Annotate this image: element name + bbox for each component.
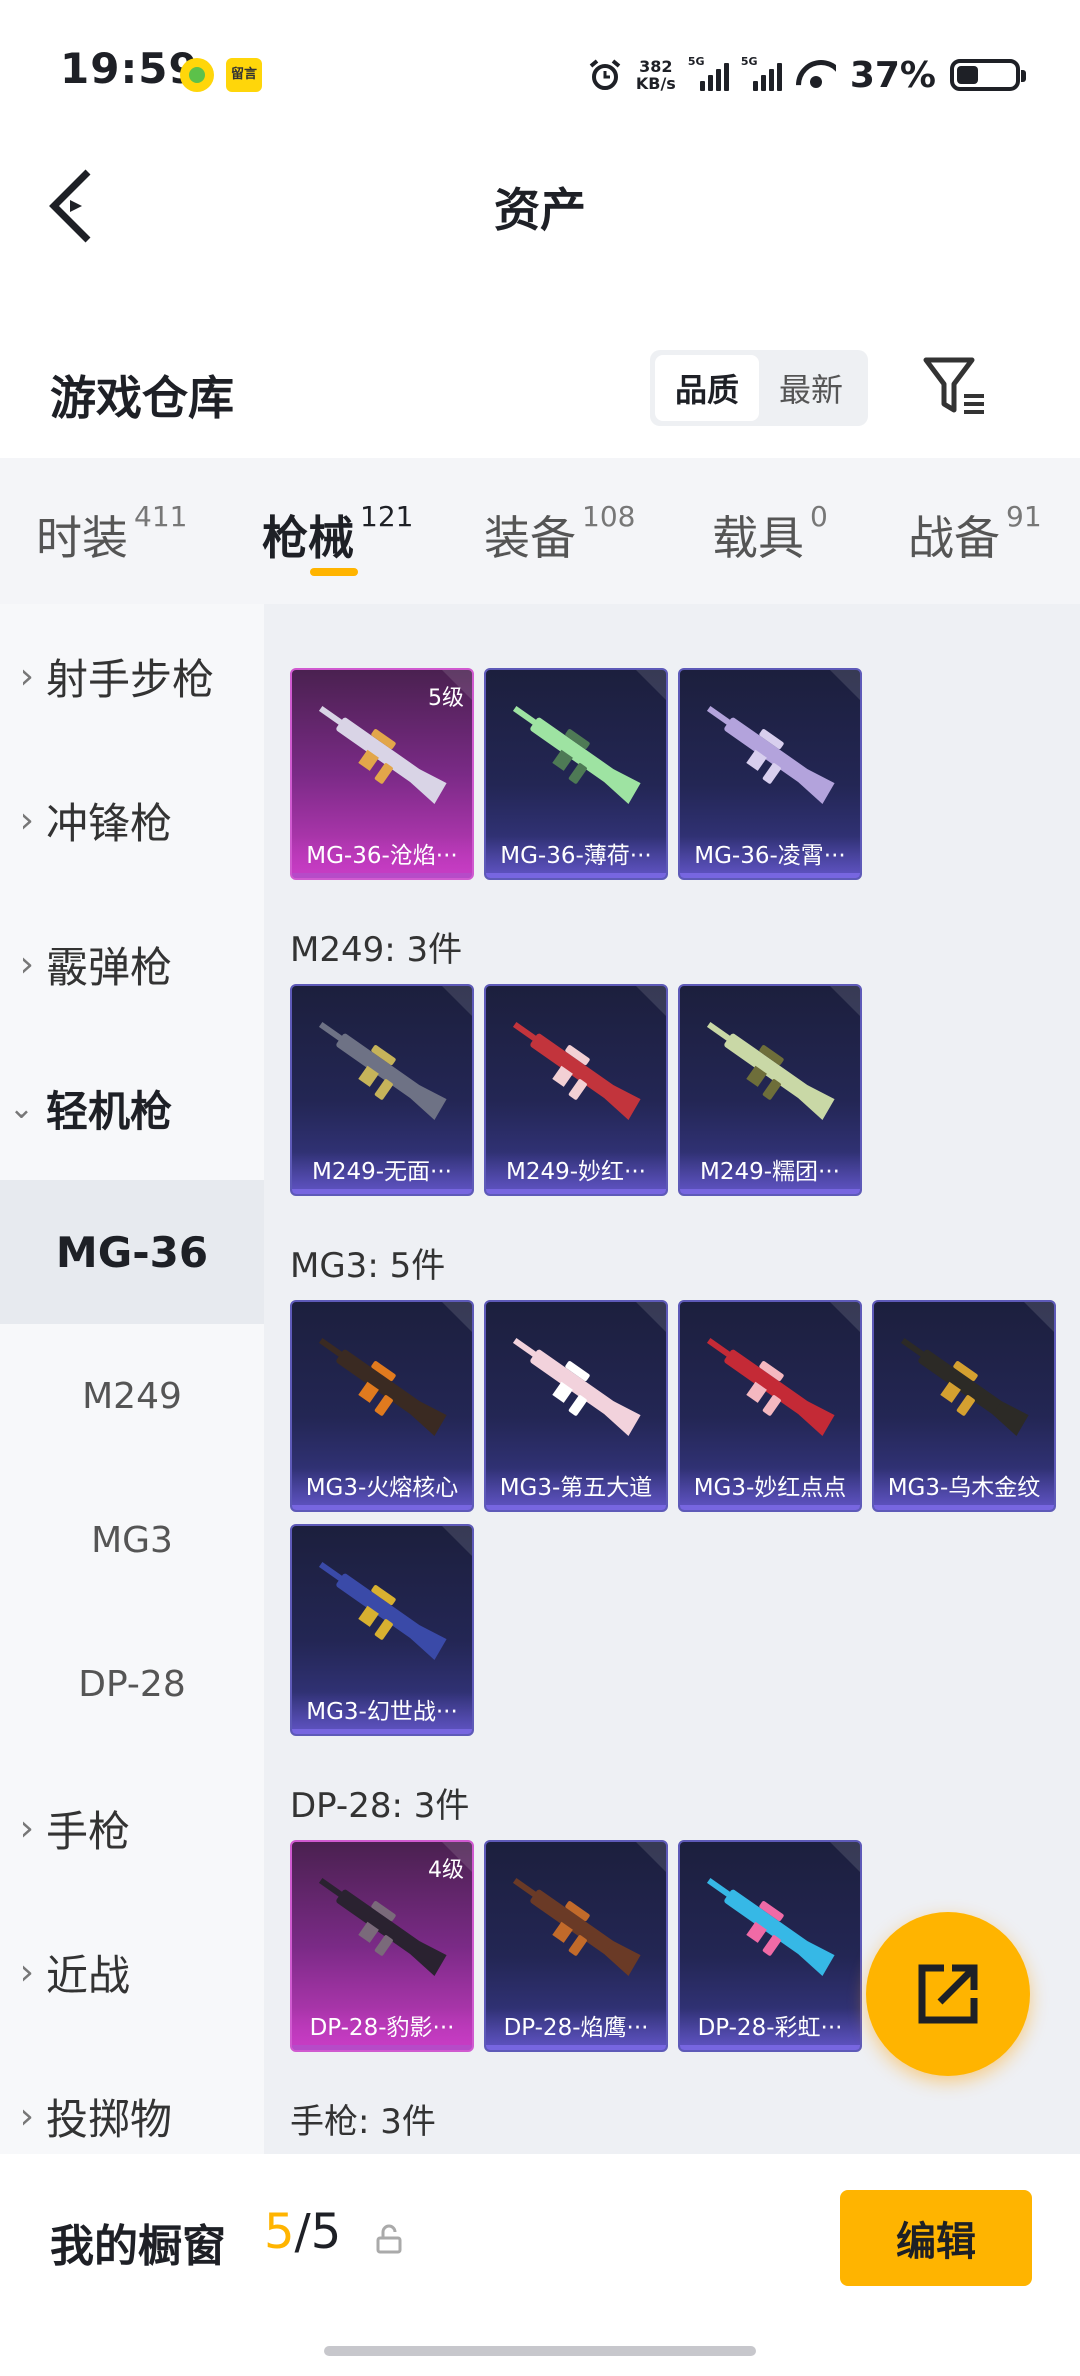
weapon-name: DP-28-焰鹰··· [486,2008,666,2050]
weapon-name: MG3-第五大道 [486,1468,666,1510]
sidebar-subitem-mg36[interactable]: MG-36 [0,1180,264,1324]
weapon-name: MG-36-沧焰··· [292,836,472,878]
tab-supplies[interactable]: 战备 91 [908,500,1042,568]
category-tabs: 时装 411 枪械 121 装备 108 载具 0 战备 91 [0,458,1080,604]
weapon-card[interactable]: 5级 MG-36-沧焰··· [290,668,474,880]
sidebar-item-smg[interactable]: › 冲锋枪 [0,748,264,892]
sort-newest-button[interactable]: 最新 [759,355,863,421]
weapon-name: DP-28-豹影··· [292,2008,472,2050]
group-title: M249: 3件 [290,930,463,970]
showcase-label: 我的橱窗 [50,2221,226,2272]
sidebar-item-lmg[interactable]: ⌄ 轻机枪 [0,1036,264,1180]
chevron-down-icon: ⌄ [8,1090,34,1126]
chevron-right-icon: › [19,2095,34,2137]
sort-quality-button[interactable]: 品质 [655,355,759,421]
filter-icon[interactable] [920,352,990,422]
weapon-card[interactable]: M249-无面··· [290,984,474,1196]
weapon-name: MG3-乌木金纹 [874,1468,1054,1510]
signal-icon: 5G [688,55,729,91]
weapon-skin-image [512,1337,641,1436]
tab-fashion[interactable]: 时装 411 [36,500,187,568]
active-tab-indicator [310,568,358,576]
sidebar-item-shotgun[interactable]: › 霰弹枪 [0,892,264,1036]
tab-vehicles[interactable]: 载具 0 [712,500,828,568]
weapon-card[interactable]: MG3-火熔核心 [290,1300,474,1512]
page-title: 资产 [494,183,586,237]
weapon-skin-image [706,1021,835,1120]
weapon-name: DP-28-彩虹··· [680,2008,860,2050]
weapon-skin-image [512,1021,641,1120]
share-button[interactable] [866,1912,1030,2076]
weapon-skin-image [706,705,835,804]
weapon-card[interactable]: M249-妙红··· [484,984,668,1196]
group-title: 手枪: 3件 [290,2102,436,2142]
weapon-skin-image [318,705,447,804]
sidebar-item-pistol[interactable]: › 手枪 [0,1756,264,1900]
status-indicators: 382 KB/s 5G 5G 37% [588,50,1026,100]
weapon-card[interactable]: M249-糯团··· [678,984,862,1196]
music-app-icon [180,58,214,92]
battery-percent: 37% [849,54,936,96]
weapon-card[interactable]: DP-28-彩虹··· [678,1840,862,2052]
weapon-name: M249-无面··· [292,1152,472,1194]
weapon-name: MG3-火熔核心 [292,1468,472,1510]
home-indicator [324,2346,756,2356]
alarm-icon [589,59,621,90]
status-bar: 19:59 留言 382 KB/s 5G 5G 37% [0,0,1080,140]
warehouse-title: 游戏仓库 [50,371,234,425]
tab-equipment[interactable]: 装备 108 [484,500,635,568]
group-title: DP-28: 3件 [290,1786,470,1826]
edit-button[interactable]: 编辑 [840,2190,1032,2286]
weapon-skin-image [706,1337,835,1436]
chevron-right-icon: › [19,1951,34,1993]
chevron-right-icon: › [19,1807,34,1849]
weapon-card[interactable]: MG3-妙红点点 [678,1300,862,1512]
app-header: 资产 [0,140,1080,270]
weapon-card[interactable]: MG3-第五大道 [484,1300,668,1512]
weapon-skin-image [318,1877,447,1976]
status-time: 19:59 [60,44,199,93]
wifi-icon [796,60,836,90]
sidebar-subitem-dp28[interactable]: DP-28 [0,1612,264,1756]
lock-open-icon [376,2224,402,2254]
weapon-name: M249-糯团··· [680,1152,860,1194]
weapon-skin-image [706,1877,835,1976]
chevron-right-icon: › [19,799,34,841]
showcase-bar: 我的橱窗 5/5 编辑 [0,2154,1080,2376]
sidebar-subitem-mg3[interactable]: MG3 [0,1468,264,1612]
chevron-right-icon: › [19,943,34,985]
weapon-card[interactable]: MG-36-薄荷··· [484,668,668,880]
weapon-skin-image [318,1561,447,1660]
weapon-skin-image [900,1337,1029,1436]
group-title: MG3: 5件 [290,1246,446,1286]
net-speed: 382 KB/s [635,57,676,93]
weapon-card[interactable]: MG3-乌木金纹 [872,1300,1056,1512]
weapon-skin-image [318,1021,447,1120]
weapon-name: M249-妙红··· [486,1152,666,1194]
weapon-skin-image [318,1337,447,1436]
message-app-icon: 留言 [226,58,262,92]
weapon-name: MG-36-薄荷··· [486,836,666,878]
weapon-name: MG3-幻世战··· [292,1692,472,1734]
sort-toggle: 品质 最新 [650,350,868,426]
weapon-name: MG3-妙红点点 [680,1468,860,1510]
signal-icon-2: 5G [741,55,782,91]
weapon-name: MG-36-凌霄··· [680,836,860,878]
chevron-right-icon: › [19,655,34,697]
category-sidebar: › 射手步枪 › 冲锋枪 › 霰弹枪 ⌄ 轻机枪 MG-36 M249 MG3 DP-2… [0,604,264,2154]
share-external-icon [918,1964,978,2024]
battery-icon [950,59,1026,91]
weapon-card[interactable]: MG-36-凌霄··· [678,668,862,880]
sidebar-item-dmr[interactable]: › 射手步枪 [0,604,264,748]
weapon-card[interactable]: DP-28-焰鹰··· [484,1840,668,2052]
sidebar-subitem-m249[interactable]: M249 [0,1324,264,1468]
weapon-skin-image [512,705,641,804]
weapon-skin-image [512,1877,641,1976]
showcase-count: 5/5 [264,2204,342,2260]
weapon-card[interactable]: MG3-幻世战··· [290,1524,474,1736]
tab-firearms[interactable]: 枪械 121 [262,500,413,568]
sidebar-item-melee[interactable]: › 近战 [0,1900,264,2044]
weapon-card[interactable]: 4级 DP-28-豹影··· [290,1840,474,2052]
